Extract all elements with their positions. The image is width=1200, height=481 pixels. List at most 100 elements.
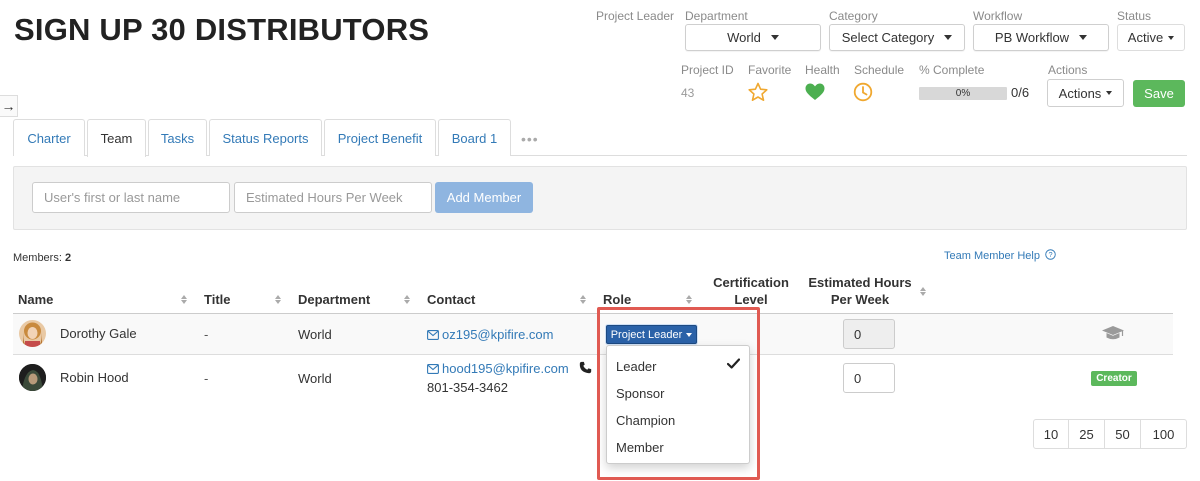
hours-per-week-input[interactable]: Estimated Hours Per Week bbox=[234, 182, 432, 213]
page-size-10[interactable]: 10 bbox=[1034, 420, 1069, 448]
page-size-25[interactable]: 25 bbox=[1069, 420, 1105, 448]
status-dropdown[interactable]: Active bbox=[1117, 24, 1185, 51]
sort-icon[interactable] bbox=[579, 295, 587, 304]
team-member-help-link[interactable]: Team Member Help ? bbox=[944, 249, 1056, 262]
member-title: - bbox=[204, 371, 209, 386]
page-size-100[interactable]: 100 bbox=[1141, 420, 1186, 448]
member-department: World bbox=[298, 371, 332, 386]
tab-tasks[interactable]: Tasks bbox=[148, 119, 207, 156]
category-value: Select Category bbox=[841, 30, 935, 45]
actions-button-label: Actions bbox=[1058, 85, 1102, 101]
health-label: Health bbox=[805, 63, 840, 77]
heart-icon bbox=[805, 83, 825, 100]
workflow-label: Workflow bbox=[973, 9, 1023, 23]
hours-placeholder: Estimated Hours Per Week bbox=[246, 190, 403, 205]
member-phone: 801-354-3462 bbox=[427, 380, 508, 395]
avatar bbox=[19, 320, 46, 347]
status-label: Status bbox=[1117, 9, 1152, 23]
page-size-50[interactable]: 50 bbox=[1105, 420, 1141, 448]
tab-status-reports[interactable]: Status Reports bbox=[209, 119, 322, 156]
column-header-department[interactable]: Department bbox=[298, 292, 370, 307]
chevron-down-icon bbox=[1079, 35, 1088, 40]
sort-icon[interactable] bbox=[685, 295, 693, 304]
tab-team[interactable]: Team bbox=[87, 119, 146, 157]
sort-icon[interactable] bbox=[180, 295, 188, 304]
chevron-down-icon bbox=[770, 35, 779, 40]
department-value: World bbox=[727, 30, 761, 45]
member-email: oz195@kpifire.com bbox=[442, 327, 554, 342]
column-header-name[interactable]: Name bbox=[18, 292, 53, 307]
avatar bbox=[19, 364, 46, 391]
member-name-input[interactable]: User's first or last name bbox=[32, 182, 230, 213]
hours-value: 0 bbox=[854, 370, 862, 386]
page-title: SIGN UP 30 DISTRIBUTORS bbox=[14, 12, 430, 47]
question-circle-icon: ? bbox=[1045, 249, 1056, 260]
expand-sidebar-button[interactable]: → bbox=[0, 95, 18, 117]
creator-badge: Creator bbox=[1091, 371, 1137, 386]
workflow-dropdown[interactable]: PB Workflow bbox=[973, 24, 1109, 51]
column-header-certification[interactable]: Certification Level bbox=[702, 274, 800, 308]
hours-line-1: Estimated Hours bbox=[808, 275, 912, 290]
page-size-selector: 10 25 50 100 bbox=[1033, 419, 1187, 449]
category-label: Category bbox=[829, 9, 878, 23]
sort-icon[interactable] bbox=[919, 287, 927, 296]
progress-percent: 0% bbox=[955, 88, 971, 99]
more-tabs-icon[interactable]: ••• bbox=[521, 131, 539, 147]
hours-input[interactable]: 0 bbox=[843, 363, 895, 393]
member-email-link[interactable]: oz195@kpifire.com bbox=[427, 327, 553, 342]
certification-line-2: Level bbox=[734, 292, 768, 307]
clock-icon bbox=[853, 82, 873, 102]
column-header-title[interactable]: Title bbox=[204, 292, 231, 307]
member-title: - bbox=[204, 327, 209, 342]
member-name-placeholder: User's first or last name bbox=[44, 190, 181, 205]
graduation-cap-icon bbox=[1102, 326, 1124, 340]
phone-icon[interactable] bbox=[579, 361, 592, 374]
status-value: Active bbox=[1127, 30, 1164, 45]
members-count-value: 2 bbox=[64, 252, 72, 264]
actions-button[interactable]: Actions bbox=[1047, 79, 1124, 107]
arrow-right-icon: → bbox=[1, 98, 16, 114]
column-header-contact[interactable]: Contact bbox=[427, 292, 475, 307]
progress-bar: 0% bbox=[919, 87, 1007, 100]
workflow-value: PB Workflow bbox=[994, 30, 1070, 45]
chevron-down-icon bbox=[944, 35, 953, 40]
tab-board-1[interactable]: Board 1 bbox=[438, 119, 511, 156]
member-name: Dorothy Gale bbox=[60, 326, 137, 341]
project-id-value: 43 bbox=[681, 86, 695, 100]
column-header-role[interactable]: Role bbox=[603, 292, 631, 307]
member-department: World bbox=[298, 327, 332, 342]
hours-line-2: Per Week bbox=[830, 292, 890, 307]
project-id-label: Project ID bbox=[681, 63, 734, 77]
member-name: Robin Hood bbox=[60, 370, 129, 385]
sort-icon[interactable] bbox=[403, 295, 411, 304]
sort-icon[interactable] bbox=[274, 295, 282, 304]
tab-project-benefit[interactable]: Project Benefit bbox=[324, 119, 436, 156]
tab-charter[interactable]: Charter bbox=[13, 119, 85, 156]
members-label: Members: bbox=[13, 252, 62, 264]
row-divider bbox=[13, 354, 1173, 355]
hours-value: 0 bbox=[854, 326, 862, 342]
highlight-box bbox=[597, 307, 760, 480]
department-label: Department bbox=[685, 9, 748, 23]
chevron-down-icon bbox=[1168, 35, 1175, 40]
chevron-down-icon bbox=[1106, 91, 1113, 95]
envelope-icon bbox=[427, 330, 439, 340]
member-email-link[interactable]: hood195@kpifire.com bbox=[427, 361, 569, 376]
members-count: Members: 2 bbox=[13, 252, 71, 264]
member-email: hood195@kpifire.com bbox=[442, 361, 569, 376]
department-dropdown[interactable]: World bbox=[685, 24, 821, 51]
help-link-text: Team Member Help bbox=[944, 250, 1040, 262]
svg-text:?: ? bbox=[1049, 250, 1053, 259]
add-member-button[interactable]: Add Member bbox=[435, 182, 533, 213]
certification-line-1: Certification bbox=[713, 275, 789, 290]
save-button[interactable]: Save bbox=[1133, 80, 1185, 107]
column-header-hours[interactable]: Estimated Hours Per Week bbox=[803, 274, 917, 308]
category-dropdown[interactable]: Select Category bbox=[829, 24, 965, 51]
favorite-label: Favorite bbox=[748, 63, 792, 77]
project-leader-label: Project Leader bbox=[596, 9, 675, 23]
hours-input: 0 bbox=[843, 319, 895, 349]
actions-label: Actions bbox=[1048, 63, 1088, 77]
schedule-label: Schedule bbox=[854, 63, 905, 77]
envelope-icon bbox=[427, 364, 439, 374]
star-icon[interactable] bbox=[748, 82, 768, 102]
